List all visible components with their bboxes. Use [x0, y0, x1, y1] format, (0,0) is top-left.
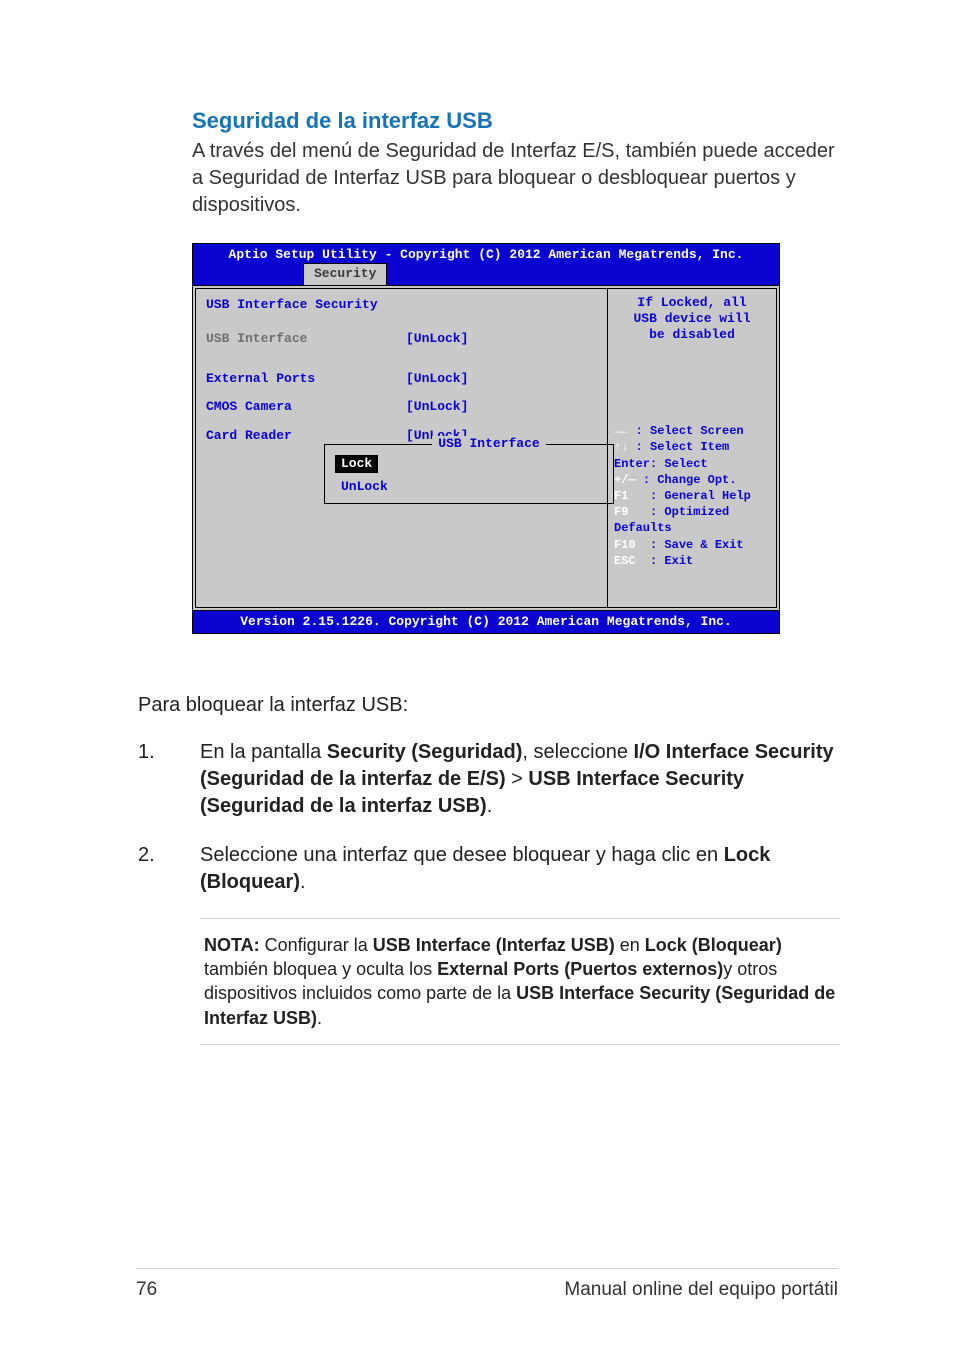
bios-tabrow: Security [193, 263, 779, 284]
step-1-text: En la pantalla Security (Seguridad), sel… [200, 739, 838, 820]
bios-section-title: USB Interface Security [206, 297, 597, 313]
bios-titlebar: Aptio Setup Utility - Copyright (C) 2012… [193, 244, 779, 263]
steps-list: 1. En la pantalla Security (Seguridad), … [138, 739, 838, 896]
popup-option-lock[interactable]: Lock [335, 455, 378, 473]
popup-option-unlock[interactable]: UnLock [335, 478, 394, 495]
lock-intro: Para bloquear la interfaz USB: [138, 694, 838, 717]
tab-security[interactable]: Security [303, 263, 387, 284]
step-number-2: 2. [138, 842, 200, 896]
bios-help-pane: If Locked, all USB device will be disabl… [607, 288, 777, 608]
bios-screenshot: Aptio Setup Utility - Copyright (C) 2012… [192, 243, 780, 634]
page-number: 76 [136, 1279, 157, 1301]
step-2-text: Seleccione una interfaz que desee bloque… [200, 842, 838, 896]
bios-key-help: →← : Select Screen ↑↓ : Select Item Ente… [614, 423, 770, 569]
section-heading: Seguridad de la interfaz USB [192, 108, 838, 134]
bios-popup: USB Interface Lock UnLock [324, 444, 614, 505]
step-number-1: 1. [138, 739, 200, 820]
row-cmos-camera-value[interactable]: [UnLock] [406, 399, 468, 415]
intro-paragraph: A través del menú de Seguridad de Interf… [192, 138, 838, 219]
row-external-ports-label[interactable]: External Ports [206, 371, 406, 387]
bios-popup-title: USB Interface [385, 436, 593, 452]
help-line2: USB device will [614, 311, 770, 327]
help-line3: be disabled [614, 327, 770, 343]
bios-left-pane: USB Interface Security USB Interface [Un… [195, 288, 607, 608]
row-usb-interface-label[interactable]: USB Interface [206, 331, 406, 347]
row-card-reader-label[interactable]: Card Reader [206, 428, 406, 444]
row-usb-interface-value[interactable]: [UnLock] [406, 331, 468, 347]
help-line1: If Locked, all [614, 295, 770, 311]
page-footer: 76 Manual online del equipo portátil [136, 1268, 838, 1301]
note-label: NOTA: [204, 935, 260, 955]
manual-title: Manual online del equipo portátil [564, 1279, 838, 1301]
note-box: NOTA: Configurar la USB Interface (Inter… [200, 918, 840, 1045]
bios-footer: Version 2.15.1226. Copyright (C) 2012 Am… [193, 610, 779, 633]
row-external-ports-value[interactable]: [UnLock] [406, 371, 468, 387]
row-cmos-camera-label[interactable]: CMOS Camera [206, 399, 406, 415]
